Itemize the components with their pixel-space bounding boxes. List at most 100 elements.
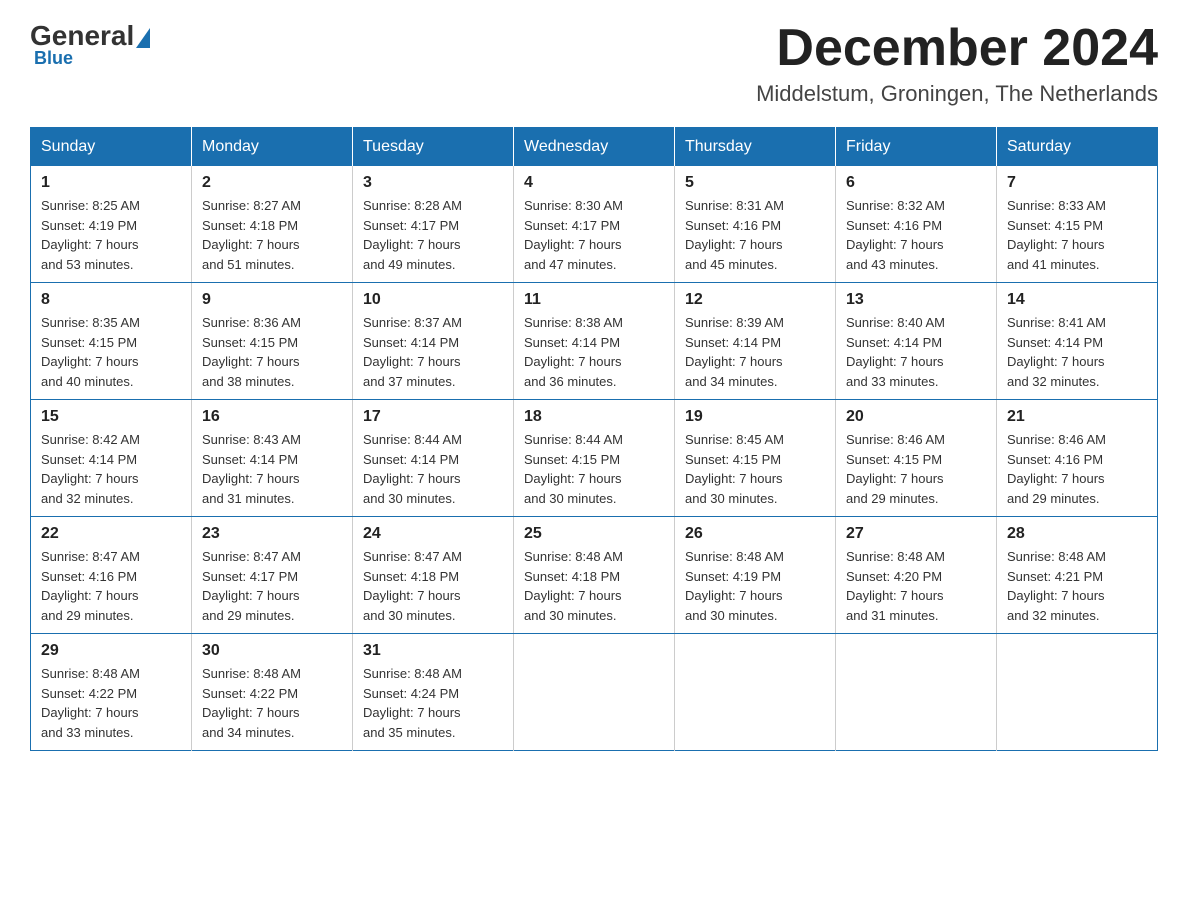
day-number: 19: [685, 408, 825, 426]
calendar-cell: 7 Sunrise: 8:33 AM Sunset: 4:15 PM Dayli…: [997, 166, 1158, 283]
day-number: 2: [202, 174, 342, 192]
weekday-header-wednesday: Wednesday: [514, 128, 675, 167]
day-number: 10: [363, 291, 503, 309]
weekday-header-row: SundayMondayTuesdayWednesdayThursdayFrid…: [31, 128, 1158, 167]
calendar-cell: 2 Sunrise: 8:27 AM Sunset: 4:18 PM Dayli…: [192, 166, 353, 283]
calendar-cell: 19 Sunrise: 8:45 AM Sunset: 4:15 PM Dayl…: [675, 400, 836, 517]
day-info: Sunrise: 8:28 AM Sunset: 4:17 PM Dayligh…: [363, 196, 503, 274]
calendar-cell: 31 Sunrise: 8:48 AM Sunset: 4:24 PM Dayl…: [353, 634, 514, 751]
day-info: Sunrise: 8:48 AM Sunset: 4:22 PM Dayligh…: [41, 664, 181, 742]
calendar-cell: 29 Sunrise: 8:48 AM Sunset: 4:22 PM Dayl…: [31, 634, 192, 751]
day-number: 7: [1007, 174, 1147, 192]
day-info: Sunrise: 8:47 AM Sunset: 4:16 PM Dayligh…: [41, 547, 181, 625]
calendar-cell: 15 Sunrise: 8:42 AM Sunset: 4:14 PM Dayl…: [31, 400, 192, 517]
day-number: 4: [524, 174, 664, 192]
day-number: 31: [363, 642, 503, 660]
calendar-cell: 16 Sunrise: 8:43 AM Sunset: 4:14 PM Dayl…: [192, 400, 353, 517]
calendar-cell: 25 Sunrise: 8:48 AM Sunset: 4:18 PM Dayl…: [514, 517, 675, 634]
logo-triangle-icon: [136, 28, 150, 48]
calendar-week-row: 22 Sunrise: 8:47 AM Sunset: 4:16 PM Dayl…: [31, 517, 1158, 634]
day-info: Sunrise: 8:48 AM Sunset: 4:20 PM Dayligh…: [846, 547, 986, 625]
day-info: Sunrise: 8:37 AM Sunset: 4:14 PM Dayligh…: [363, 313, 503, 391]
day-info: Sunrise: 8:44 AM Sunset: 4:14 PM Dayligh…: [363, 430, 503, 508]
day-number: 18: [524, 408, 664, 426]
calendar-week-row: 15 Sunrise: 8:42 AM Sunset: 4:14 PM Dayl…: [31, 400, 1158, 517]
calendar-cell: [514, 634, 675, 751]
day-number: 29: [41, 642, 181, 660]
day-number: 5: [685, 174, 825, 192]
weekday-header-thursday: Thursday: [675, 128, 836, 167]
day-number: 6: [846, 174, 986, 192]
weekday-header-sunday: Sunday: [31, 128, 192, 167]
day-number: 28: [1007, 525, 1147, 543]
calendar-cell: 5 Sunrise: 8:31 AM Sunset: 4:16 PM Dayli…: [675, 166, 836, 283]
calendar-cell: 8 Sunrise: 8:35 AM Sunset: 4:15 PM Dayli…: [31, 283, 192, 400]
day-info: Sunrise: 8:48 AM Sunset: 4:19 PM Dayligh…: [685, 547, 825, 625]
calendar-cell: 1 Sunrise: 8:25 AM Sunset: 4:19 PM Dayli…: [31, 166, 192, 283]
calendar-cell: 10 Sunrise: 8:37 AM Sunset: 4:14 PM Dayl…: [353, 283, 514, 400]
calendar-cell: 18 Sunrise: 8:44 AM Sunset: 4:15 PM Dayl…: [514, 400, 675, 517]
day-number: 8: [41, 291, 181, 309]
calendar-cell: 12 Sunrise: 8:39 AM Sunset: 4:14 PM Dayl…: [675, 283, 836, 400]
day-info: Sunrise: 8:32 AM Sunset: 4:16 PM Dayligh…: [846, 196, 986, 274]
day-number: 3: [363, 174, 503, 192]
day-number: 20: [846, 408, 986, 426]
title-area: December 2024 Middelstum, Groningen, The…: [756, 20, 1158, 107]
month-title: December 2024: [756, 20, 1158, 77]
day-number: 30: [202, 642, 342, 660]
weekday-header-saturday: Saturday: [997, 128, 1158, 167]
weekday-header-friday: Friday: [836, 128, 997, 167]
day-info: Sunrise: 8:48 AM Sunset: 4:18 PM Dayligh…: [524, 547, 664, 625]
day-number: 17: [363, 408, 503, 426]
calendar-cell: 23 Sunrise: 8:47 AM Sunset: 4:17 PM Dayl…: [192, 517, 353, 634]
calendar-cell: 3 Sunrise: 8:28 AM Sunset: 4:17 PM Dayli…: [353, 166, 514, 283]
calendar-cell: [675, 634, 836, 751]
day-number: 23: [202, 525, 342, 543]
day-number: 16: [202, 408, 342, 426]
calendar-week-row: 29 Sunrise: 8:48 AM Sunset: 4:22 PM Dayl…: [31, 634, 1158, 751]
day-number: 11: [524, 291, 664, 309]
day-info: Sunrise: 8:36 AM Sunset: 4:15 PM Dayligh…: [202, 313, 342, 391]
calendar-cell: 24 Sunrise: 8:47 AM Sunset: 4:18 PM Dayl…: [353, 517, 514, 634]
calendar-cell: 22 Sunrise: 8:47 AM Sunset: 4:16 PM Dayl…: [31, 517, 192, 634]
weekday-header-tuesday: Tuesday: [353, 128, 514, 167]
day-number: 27: [846, 525, 986, 543]
day-number: 26: [685, 525, 825, 543]
day-info: Sunrise: 8:48 AM Sunset: 4:24 PM Dayligh…: [363, 664, 503, 742]
day-number: 22: [41, 525, 181, 543]
day-info: Sunrise: 8:43 AM Sunset: 4:14 PM Dayligh…: [202, 430, 342, 508]
day-number: 13: [846, 291, 986, 309]
day-number: 12: [685, 291, 825, 309]
day-number: 15: [41, 408, 181, 426]
calendar-cell: 30 Sunrise: 8:48 AM Sunset: 4:22 PM Dayl…: [192, 634, 353, 751]
day-info: Sunrise: 8:45 AM Sunset: 4:15 PM Dayligh…: [685, 430, 825, 508]
calendar-cell: 9 Sunrise: 8:36 AM Sunset: 4:15 PM Dayli…: [192, 283, 353, 400]
day-info: Sunrise: 8:46 AM Sunset: 4:15 PM Dayligh…: [846, 430, 986, 508]
day-number: 1: [41, 174, 181, 192]
day-info: Sunrise: 8:35 AM Sunset: 4:15 PM Dayligh…: [41, 313, 181, 391]
logo-blue-text: Blue: [34, 48, 73, 69]
calendar-cell: 6 Sunrise: 8:32 AM Sunset: 4:16 PM Dayli…: [836, 166, 997, 283]
logo: General Blue: [30, 20, 152, 69]
day-info: Sunrise: 8:48 AM Sunset: 4:22 PM Dayligh…: [202, 664, 342, 742]
day-info: Sunrise: 8:30 AM Sunset: 4:17 PM Dayligh…: [524, 196, 664, 274]
day-number: 14: [1007, 291, 1147, 309]
day-info: Sunrise: 8:38 AM Sunset: 4:14 PM Dayligh…: [524, 313, 664, 391]
location-title: Middelstum, Groningen, The Netherlands: [756, 81, 1158, 107]
day-info: Sunrise: 8:47 AM Sunset: 4:18 PM Dayligh…: [363, 547, 503, 625]
calendar-cell: 20 Sunrise: 8:46 AM Sunset: 4:15 PM Dayl…: [836, 400, 997, 517]
day-number: 25: [524, 525, 664, 543]
day-info: Sunrise: 8:27 AM Sunset: 4:18 PM Dayligh…: [202, 196, 342, 274]
calendar-cell: 21 Sunrise: 8:46 AM Sunset: 4:16 PM Dayl…: [997, 400, 1158, 517]
calendar-cell: 4 Sunrise: 8:30 AM Sunset: 4:17 PM Dayli…: [514, 166, 675, 283]
day-info: Sunrise: 8:44 AM Sunset: 4:15 PM Dayligh…: [524, 430, 664, 508]
calendar-cell: 13 Sunrise: 8:40 AM Sunset: 4:14 PM Dayl…: [836, 283, 997, 400]
weekday-header-monday: Monday: [192, 128, 353, 167]
day-info: Sunrise: 8:31 AM Sunset: 4:16 PM Dayligh…: [685, 196, 825, 274]
day-info: Sunrise: 8:25 AM Sunset: 4:19 PM Dayligh…: [41, 196, 181, 274]
day-info: Sunrise: 8:33 AM Sunset: 4:15 PM Dayligh…: [1007, 196, 1147, 274]
calendar-cell: [836, 634, 997, 751]
calendar-table: SundayMondayTuesdayWednesdayThursdayFrid…: [30, 127, 1158, 751]
day-info: Sunrise: 8:42 AM Sunset: 4:14 PM Dayligh…: [41, 430, 181, 508]
day-number: 24: [363, 525, 503, 543]
